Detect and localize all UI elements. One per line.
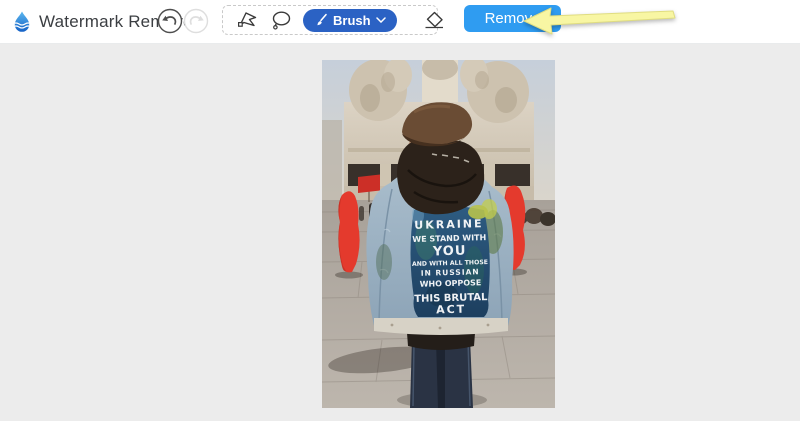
- redo-button[interactable]: [183, 8, 209, 34]
- paintbrush-icon: [314, 13, 328, 27]
- svg-text:WHO OPPOSE: WHO OPPOSE: [420, 278, 482, 289]
- brush-button-label: Brush: [333, 13, 371, 28]
- svg-text:ACT: ACT: [436, 303, 466, 317]
- svg-text:YOU: YOU: [432, 244, 467, 260]
- redo-arrow-icon: [183, 8, 209, 34]
- chevron-down-icon: [376, 17, 386, 23]
- brush-tool-button[interactable]: Brush: [303, 9, 397, 32]
- eraser-tool-button[interactable]: [422, 8, 446, 32]
- editor-canvas[interactable]: UKRAINE WE STAND WITH YOU AND WITH ALL T…: [0, 44, 800, 421]
- toolbar: Watermark Remover: [0, 0, 800, 44]
- undo-arrow-icon: [157, 8, 183, 34]
- remove-button[interactable]: Remove: [464, 5, 561, 32]
- eraser-icon: [422, 8, 446, 32]
- polygon-lasso-icon: [236, 9, 258, 31]
- lasso-tool-button[interactable]: [270, 9, 292, 31]
- lasso-icon: [270, 9, 292, 31]
- polygon-lasso-tool-button[interactable]: [236, 9, 258, 31]
- svg-text:IN RUSSIAN: IN RUSSIAN: [421, 267, 480, 278]
- watermark-remover-logo-icon: [10, 10, 34, 34]
- photo-being-edited[interactable]: UKRAINE WE STAND WITH YOU AND WITH ALL T…: [322, 60, 555, 408]
- undo-button[interactable]: [157, 8, 183, 34]
- selection-tool-group: Brush: [222, 5, 438, 35]
- svg-text:UKRAINE: UKRAINE: [414, 217, 484, 232]
